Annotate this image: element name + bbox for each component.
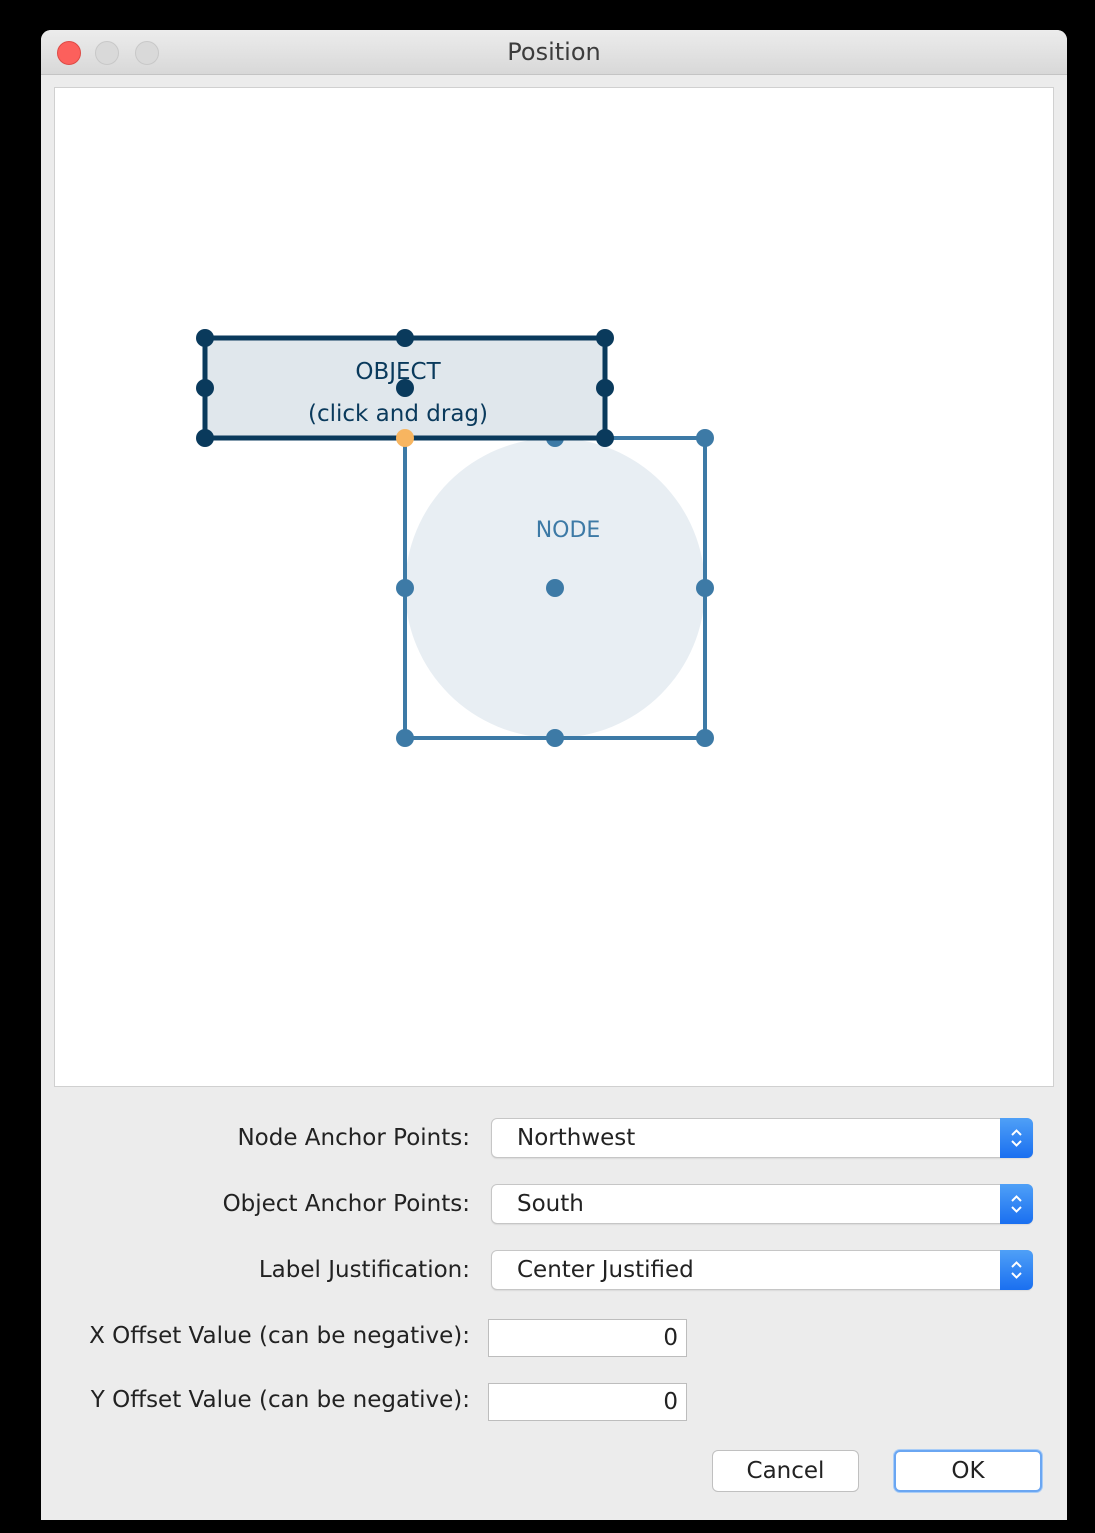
- node-anchor-west[interactable]: [396, 579, 414, 597]
- object-anchor-west[interactable]: [196, 379, 214, 397]
- object-anchor-stepper[interactable]: [1000, 1184, 1033, 1224]
- cancel-button[interactable]: Cancel: [712, 1450, 859, 1492]
- y-offset-field[interactable]: [488, 1383, 687, 1421]
- up-down-chevron-icon: [1011, 1129, 1022, 1147]
- object-label-line1: OBJECT: [355, 359, 441, 385]
- node-anchor-east[interactable]: [696, 579, 714, 597]
- object-anchor-southwest[interactable]: [196, 429, 214, 447]
- object-anchor-value: South: [517, 1191, 584, 1217]
- label-justification-stepper[interactable]: [1000, 1250, 1033, 1290]
- object-anchor-southeast[interactable]: [596, 429, 614, 447]
- position-dialog: Position NODE OBJECT (click and drag) No…: [41, 30, 1067, 1520]
- node-anchor-center[interactable]: [546, 579, 564, 597]
- object-label-line2: (click and drag): [308, 401, 488, 427]
- label-justification-value: Center Justified: [517, 1257, 694, 1283]
- object-anchor-center[interactable]: [396, 379, 414, 397]
- object-anchor-north[interactable]: [396, 329, 414, 347]
- node-label: NODE: [536, 518, 601, 543]
- object-anchor-northwest[interactable]: [196, 329, 214, 347]
- label-justification-label: Label Justification:: [258, 1257, 470, 1283]
- up-down-chevron-icon: [1011, 1195, 1022, 1213]
- object-anchor-east[interactable]: [596, 379, 614, 397]
- node-anchor-southwest[interactable]: [396, 729, 414, 747]
- node-anchor-label: Node Anchor Points:: [237, 1125, 470, 1151]
- preview-svg: NODE OBJECT (click and drag): [196, 329, 714, 747]
- y-offset-label: Y Offset Value (can be negative):: [90, 1387, 470, 1413]
- title-bar[interactable]: Position: [41, 30, 1067, 75]
- node-anchor-southeast[interactable]: [696, 729, 714, 747]
- node-anchor-select[interactable]: Northwest: [491, 1118, 1033, 1158]
- node-anchor-stepper[interactable]: [1000, 1118, 1033, 1158]
- object-anchor-label: Object Anchor Points:: [222, 1191, 470, 1217]
- up-down-chevron-icon: [1011, 1261, 1022, 1279]
- active-anchor-point[interactable]: [396, 429, 414, 447]
- node-anchor-northeast[interactable]: [696, 429, 714, 447]
- ok-button[interactable]: OK: [894, 1450, 1042, 1492]
- object-anchor-northeast[interactable]: [596, 329, 614, 347]
- x-offset-label: X Offset Value (can be negative):: [89, 1323, 470, 1349]
- x-offset-field[interactable]: [488, 1319, 687, 1357]
- label-justification-select[interactable]: Center Justified: [491, 1250, 1033, 1290]
- object-anchor-select[interactable]: South: [491, 1184, 1033, 1224]
- window-title: Position: [507, 38, 601, 66]
- position-preview-canvas[interactable]: NODE OBJECT (click and drag): [54, 87, 1054, 1087]
- node-anchor-south[interactable]: [546, 729, 564, 747]
- node-anchor-value: Northwest: [517, 1125, 636, 1151]
